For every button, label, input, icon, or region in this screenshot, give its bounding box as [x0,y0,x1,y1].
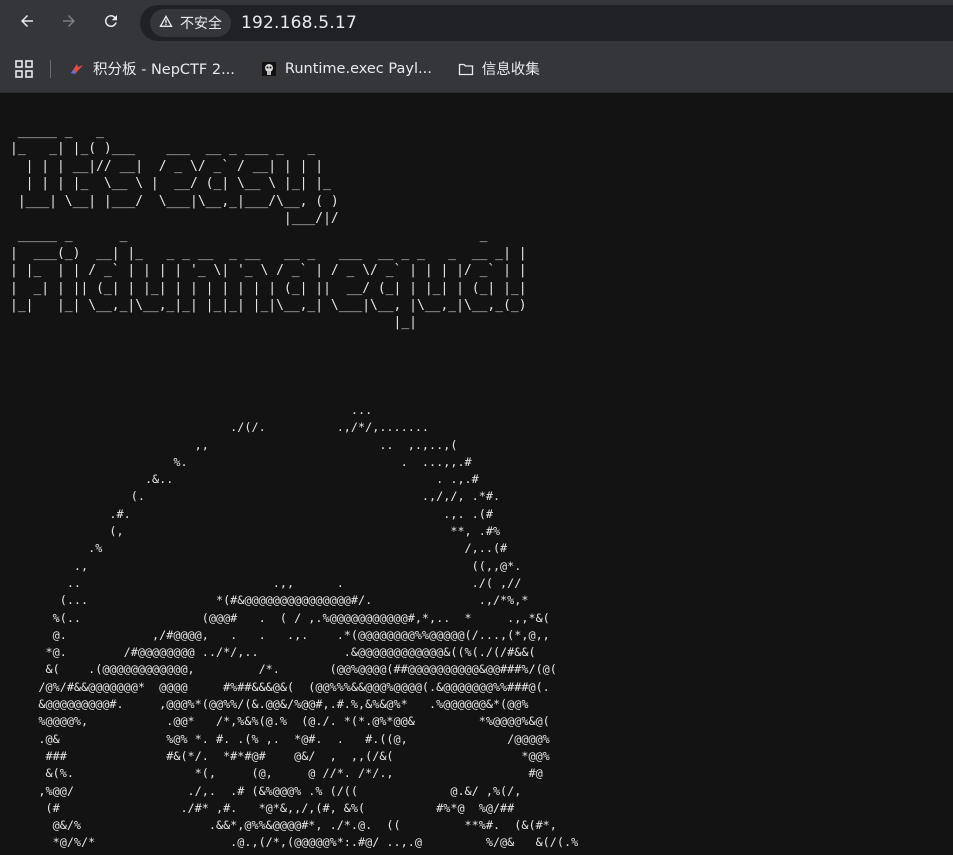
page-content: _____ _ _ |_ _| |_( )___ ___ __ _ ___ _ … [0,93,953,855]
bookmark-label: 积分板 - NepCTF 2... [93,62,235,78]
reload-button[interactable] [92,4,130,42]
folder-icon [458,61,474,77]
security-label: 不安全 [180,15,222,32]
url-text[interactable]: 192.168.5.17 [241,13,357,33]
bookmark-nepctf[interactable]: 积分板 - NepCTF 2... [69,58,235,79]
apps-grid-icon[interactable] [14,59,34,79]
reload-icon [102,12,120,34]
forward-button[interactable] [50,4,88,42]
warning-triangle-icon [158,13,180,33]
address-bar[interactable]: 不安全 192.168.5.17 [140,4,953,41]
ascii-banner: _____ _ _ |_ _| |_( )___ ___ __ _ ___ _ … [10,124,527,331]
bookmark-folder-info[interactable]: 信息收集 [458,58,540,79]
security-chip[interactable]: 不安全 [150,8,231,37]
browser-toolbar: 不安全 192.168.5.17 [0,0,953,45]
arrow-left-icon [18,12,36,34]
arrow-right-icon [60,12,78,34]
bookmarks-bar: 积分板 - NepCTF 2... Runtime.exec Payl... 信… [0,45,953,93]
bookmarks-separator [50,59,51,78]
runtime-favicon [261,61,277,77]
ctf-favicon [69,61,85,77]
bookmark-runtime-exec[interactable]: Runtime.exec Payl... [261,61,432,77]
back-button[interactable] [8,4,46,42]
ascii-art: ... ./(/. .,/*/,....... ,, .. ,.,..,( %.… [38,403,579,850]
bookmark-label: Runtime.exec Payl... [284,60,432,77]
bookmark-label: 信息收集 [481,62,540,78]
